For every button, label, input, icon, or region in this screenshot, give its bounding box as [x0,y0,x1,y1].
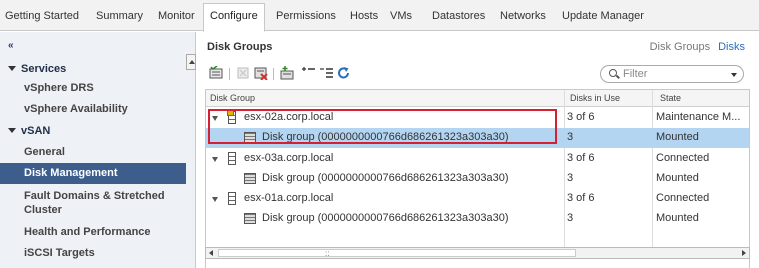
disks-in-use: 3 [567,212,574,224]
main-panel: Disk Groups Disk Groups Disks Filter Dis… [197,32,759,268]
scroll-left-icon[interactable] [209,250,213,256]
scroll-grip: :: [325,249,330,258]
claim-disks-icon[interactable] [209,66,223,80]
chevron-down-icon [8,128,16,134]
table-row[interactable]: Disk group (0000000000766d686261323a303a… [206,169,749,189]
sidebar-scroll-up-button[interactable] [186,54,196,70]
page-title: Disk Groups [207,41,273,53]
state: Mounted [656,172,699,184]
state: Mounted [656,212,699,224]
sidebar-item-health-performance[interactable]: Health and Performance [0,223,186,241]
sidebar: « Services vSphere DRS vSphere Availabil… [0,32,196,268]
host-name: esx-01a.corp.local [244,192,334,204]
chevron-down-icon[interactable] [212,157,218,162]
tab-permissions[interactable]: Permissions [276,6,336,26]
remove-disks-icon[interactable] [236,66,250,80]
disks-in-use: 3 of 6 [567,111,595,123]
disk-group-icon [244,213,256,224]
sidebar-item-vsphere-drs[interactable]: vSphere DRS [0,79,186,97]
tab-update-manager[interactable]: Update Manager [562,6,644,26]
disk-group-name: Disk group (0000000000766d686261323a303a… [262,212,509,224]
tab-hosts[interactable]: Hosts [350,6,378,26]
horizontal-scrollbar[interactable]: :: [205,247,750,259]
tab-datastores[interactable]: Datastores [432,6,485,26]
annotation-highlight-box [208,109,557,144]
disk-group-icon [244,173,256,184]
column-header-disk-group[interactable]: Disk Group [210,93,255,103]
sublink-disk-groups[interactable]: Disk Groups [650,41,711,53]
state: Mounted [656,131,699,143]
filter-placeholder: Filter [623,68,648,80]
collapse-sidebar-icon[interactable]: « [8,40,14,51]
state: Connected [656,192,710,204]
chevron-down-icon[interactable] [731,73,737,77]
column-header-disks-in-use[interactable]: Disks in Use [570,93,620,103]
tab-monitor[interactable]: Monitor [158,6,195,26]
tab-getting-started[interactable]: Getting Started [5,6,79,26]
scroll-thumb[interactable]: :: [218,249,576,258]
state: Maintenance M... [656,111,741,123]
scroll-right-icon[interactable] [742,250,746,256]
host-icon [228,192,236,205]
toolbar-separator [229,68,230,80]
table-row[interactable]: esx-03a.corp.local 3 of 6 Connected [206,149,749,169]
chevron-down-icon[interactable] [212,197,218,202]
column-header-state[interactable]: State [660,93,681,103]
table-row[interactable]: Disk group (0000000000766d686261323a303a… [206,209,749,229]
host-name: esx-03a.corp.local [244,152,334,164]
tab-vms[interactable]: VMs [390,6,412,26]
toolbar-separator [273,68,274,80]
sidebar-group-vsan[interactable]: vSAN [0,122,186,140]
sidebar-item-vsphere-availability[interactable]: vSphere Availability [0,100,186,118]
state: Connected [656,152,710,164]
host-icon [228,152,236,165]
filter-input[interactable]: Filter [600,65,744,83]
sidebar-item-general[interactable]: General [0,143,186,161]
disks-in-use: 3 [567,131,574,143]
table-header: Disk Group Disks in Use State [206,90,749,107]
tab-summary[interactable]: Summary [96,6,143,26]
view-switcher: Disk Groups Disks [642,41,745,53]
search-icon [609,69,617,77]
collapse-all-icon[interactable] [319,66,333,80]
refresh-icon[interactable] [337,66,351,80]
sublink-disks[interactable]: Disks [718,41,745,53]
remove-disk-group-icon[interactable] [254,66,268,80]
sidebar-item-fault-domains[interactable]: Fault Domains & Stretched Cluster [0,189,186,219]
sidebar-group-label: Services [21,63,67,75]
sidebar-group-services[interactable]: Services [0,60,186,78]
sidebar-item-disk-management[interactable]: Disk Management [0,163,186,184]
disks-in-use: 3 of 6 [567,152,595,164]
sidebar-group-label: vSAN [21,125,51,137]
disks-in-use: 3 of 6 [567,192,595,204]
chevron-down-icon [8,66,16,72]
tab-networks[interactable]: Networks [500,6,546,26]
table-row[interactable]: esx-01a.corp.local 3 of 6 Connected [206,189,749,209]
create-disk-group-icon[interactable] [280,66,294,80]
disk-group-name: Disk group (0000000000766d686261323a303a… [262,172,509,184]
expand-all-icon[interactable] [301,66,315,80]
sidebar-item-iscsi-targets[interactable]: iSCSI Targets [0,244,186,262]
tab-bar: Getting Started Summary Monitor Configur… [0,0,759,32]
disks-in-use: 3 [567,172,574,184]
tab-configure[interactable]: Configure [203,3,265,32]
